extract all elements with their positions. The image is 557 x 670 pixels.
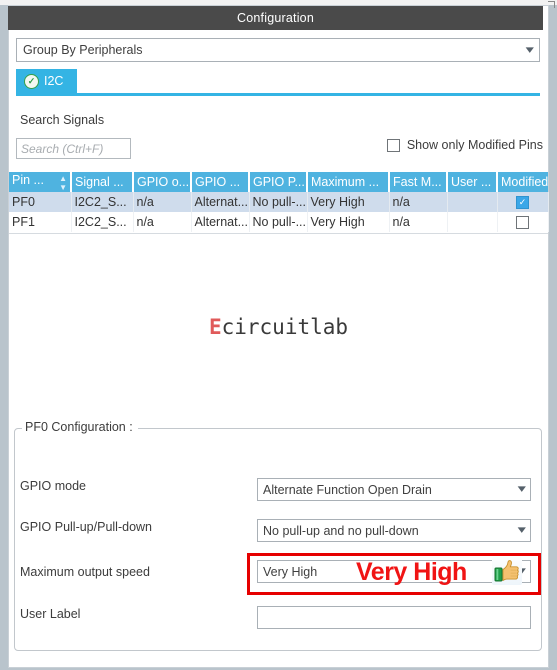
chevron-down-icon: ▾	[518, 524, 527, 536]
cell-modified[interactable]	[497, 212, 549, 232]
cell-gpio-output: n/a	[133, 212, 192, 232]
gpio-mode-value: Alternate Function Open Drain	[263, 482, 432, 497]
col-header-gpio-mode[interactable]: GPIO ...	[191, 172, 250, 192]
window-title-bar: Configuration	[8, 6, 543, 30]
cell-gpio-mode: Alternat...	[191, 192, 250, 212]
cell-user-label	[447, 192, 498, 212]
table-row[interactable]: PF0 I2C2_S... n/a Alternat... No pull-..…	[9, 192, 549, 212]
modified-checkbox-wrap: ✓	[501, 192, 545, 212]
chevron-down-icon: ▾	[526, 43, 535, 56]
cell-modified[interactable]: ✓	[497, 192, 549, 212]
col-header-gpio-pull[interactable]: GPIO P...	[249, 172, 308, 192]
tab-active-underline	[16, 93, 540, 96]
gpio-pull-label: GPIO Pull-up/Pull-down	[20, 520, 153, 534]
col-header-modified[interactable]: Modified	[497, 172, 548, 192]
col-header-gpio-output[interactable]: GPIO o...	[133, 172, 192, 192]
cell-maximum-speed: Very High	[307, 212, 390, 232]
sort-arrows-icon[interactable]: ▲ ▼	[59, 174, 67, 192]
page-title: Configuration	[237, 11, 314, 25]
col-header-signal[interactable]: Signal ...	[71, 172, 134, 192]
user-label-input[interactable]	[257, 606, 531, 629]
show-only-modified-label: Show only Modified Pins	[406, 138, 543, 152]
col-header-pin[interactable]: Pin ... ▲ ▼	[9, 172, 72, 192]
modified-checkbox-unchecked[interactable]	[516, 215, 529, 229]
cell-pin: PF1	[9, 212, 72, 232]
user-label-label: User Label	[20, 607, 81, 621]
signals-table: Pin ... ▲ ▼ Signal ... GPIO o... GPIO ...…	[9, 172, 549, 232]
cell-user-label	[447, 212, 498, 232]
signals-table-wrapper: Pin ... ▲ ▼ Signal ... GPIO o... GPIO ...…	[9, 172, 549, 232]
search-input[interactable]	[16, 138, 131, 159]
gpio-pull-dropdown[interactable]: No pull-up and no pull-down ▾	[257, 519, 531, 542]
gpio-pull-value: No pull-up and no pull-down	[263, 523, 419, 538]
group-by-dropdown[interactable]: Group By Peripherals ▾	[16, 38, 540, 62]
search-signals-label: Search Signals	[20, 113, 105, 127]
maximum-output-speed-value: Very High	[263, 564, 318, 579]
col-header-pin-label: Pin ...	[12, 172, 44, 187]
tab-i2c-label: I2C	[44, 74, 64, 88]
show-only-modified-filter[interactable]: Show only Modified Pins	[386, 138, 543, 152]
col-header-maximum-speed[interactable]: Maximum ...	[307, 172, 390, 192]
window-corner-mark	[548, 1, 555, 8]
table-bottom-divider	[9, 233, 548, 234]
logo-text: circuitlab	[221, 315, 349, 339]
thumbs-up-icon	[492, 557, 522, 585]
col-header-user-label[interactable]: User ...	[447, 172, 498, 192]
modified-checkbox-wrap	[501, 212, 545, 232]
cell-maximum-speed: Very High	[307, 192, 390, 212]
gpio-mode-label: GPIO mode	[20, 479, 86, 493]
check-circle-icon: ✓	[24, 73, 39, 89]
cell-pin: PF0	[9, 192, 72, 212]
peripheral-tab-strip: ✓ I2C	[16, 69, 540, 96]
cell-gpio-pull: No pull-...	[249, 192, 308, 212]
logo-accent-letter: E	[208, 315, 222, 339]
application-root: Configuration Group By Peripherals ▾ ✓ I…	[0, 0, 557, 670]
modified-checkbox-checked[interactable]: ✓	[516, 195, 529, 209]
maximum-output-speed-label: Maximum output speed	[20, 565, 150, 579]
cell-fast-mode: n/a	[389, 192, 448, 212]
pin-configuration-title: PF0 Configuration :	[22, 420, 138, 434]
col-header-fast-mode[interactable]: Fast M...	[389, 172, 448, 192]
cell-gpio-output: n/a	[133, 192, 192, 212]
cell-fast-mode: n/a	[389, 212, 448, 232]
show-only-modified-checkbox[interactable]	[386, 138, 400, 152]
chevron-down-icon: ▾	[518, 483, 527, 495]
group-by-value: Group By Peripherals	[23, 43, 143, 57]
table-row[interactable]: PF1 I2C2_S... n/a Alternat... No pull-..…	[9, 212, 549, 232]
cell-signal: I2C2_S...	[71, 192, 134, 212]
table-header-row: Pin ... ▲ ▼ Signal ... GPIO o... GPIO ...…	[9, 172, 548, 192]
gpio-mode-dropdown[interactable]: Alternate Function Open Drain ▾	[257, 478, 531, 501]
cell-gpio-pull: No pull-...	[249, 212, 308, 232]
cell-signal: I2C2_S...	[71, 212, 134, 232]
annotation-text: Very High	[356, 558, 467, 586]
tab-i2c[interactable]: ✓ I2C	[16, 69, 78, 93]
ecircuitlab-logo: Ecircuitlab	[0, 315, 557, 339]
cell-gpio-mode: Alternat...	[191, 212, 250, 232]
